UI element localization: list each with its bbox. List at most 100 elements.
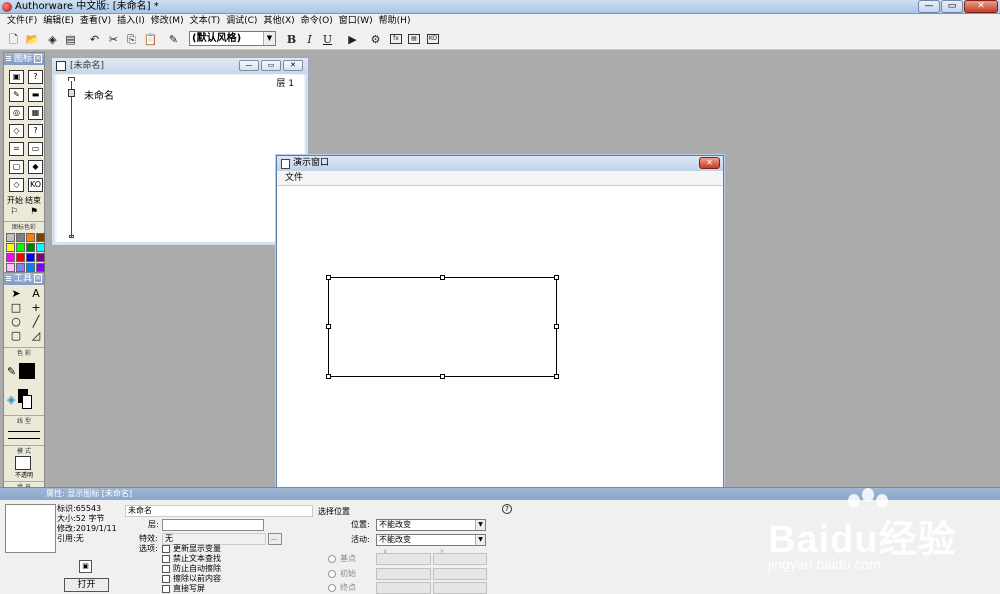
underline-button[interactable]: U xyxy=(320,32,335,47)
text-tool-icon[interactable]: A xyxy=(27,288,45,300)
color-swatch[interactable] xyxy=(26,253,35,262)
display-icon[interactable]: ▣ xyxy=(9,70,24,84)
radio-icon[interactable] xyxy=(328,584,336,592)
menu-help[interactable]: 帮助(H) xyxy=(376,14,414,29)
minimize-icon[interactable]: — xyxy=(239,60,259,71)
pointer-tool-icon[interactable]: ➤ xyxy=(7,288,25,300)
text-style-select[interactable]: (默认风格) ▼ xyxy=(189,31,276,46)
chevron-down-icon[interactable]: ▼ xyxy=(475,535,485,545)
radio-icon[interactable] xyxy=(328,555,336,563)
motion-icon[interactable]: ? xyxy=(28,70,43,84)
resize-handle-e[interactable] xyxy=(554,324,559,329)
resize-handle-w[interactable] xyxy=(326,324,331,329)
layer-field[interactable] xyxy=(162,519,264,531)
color-swatch[interactable] xyxy=(6,253,15,262)
tools-close-icon[interactable]: × xyxy=(34,274,42,283)
interaction-icon[interactable]: ? xyxy=(28,124,43,138)
map-icon[interactable]: ▭ xyxy=(28,142,43,156)
presentation-menu-file[interactable]: 文件 xyxy=(285,173,303,183)
rectangle-tool-icon[interactable]: □ xyxy=(7,302,25,314)
sound-icon[interactable]: ◆ xyxy=(28,160,43,174)
menu-window[interactable]: 窗口(W) xyxy=(336,14,376,29)
checkbox-icon[interactable] xyxy=(162,545,170,553)
background-color-swatch[interactable] xyxy=(21,395,32,409)
display-node-label[interactable]: 未命名 xyxy=(84,87,114,102)
menu-file[interactable]: 文件(F) xyxy=(4,14,40,29)
menu-text[interactable]: 文本(T) xyxy=(187,14,224,29)
color-swatch[interactable] xyxy=(6,243,15,252)
minimize-icon[interactable]: — xyxy=(918,0,940,13)
framework-icon[interactable]: ▦ xyxy=(28,106,43,120)
resize-handle-n[interactable] xyxy=(440,275,445,280)
color-swatch[interactable] xyxy=(16,233,25,242)
resize-handle-se[interactable] xyxy=(554,374,559,379)
open-file-icon[interactable]: 📂 xyxy=(25,32,40,47)
maximize-icon[interactable]: ▭ xyxy=(941,0,963,13)
radio-icon[interactable] xyxy=(328,570,336,578)
bold-button[interactable]: B xyxy=(284,32,299,47)
position-select[interactable]: 不能改变 ▼ xyxy=(376,519,486,531)
run-icon[interactable]: ▶ xyxy=(345,32,360,47)
menu-view[interactable]: 查看(V) xyxy=(77,14,114,29)
checkbox-icon[interactable] xyxy=(162,565,170,573)
mode-selector[interactable] xyxy=(15,456,31,470)
icon-name-field[interactable]: 未命名 xyxy=(125,505,313,517)
chevron-down-icon[interactable]: ▼ xyxy=(475,520,485,530)
variable-window-icon[interactable]: ▤ xyxy=(408,34,420,44)
calculation-icon[interactable]: = xyxy=(9,142,24,156)
open-button[interactable]: 打开 xyxy=(64,578,109,592)
line-tool-icon[interactable]: ╱ xyxy=(27,316,45,328)
checkbox-icon[interactable] xyxy=(162,585,170,593)
flowline-canvas[interactable]: 未命名 层 1 xyxy=(57,75,304,242)
knowledge-object-palette-icon[interactable]: KO xyxy=(28,178,43,192)
find-icon[interactable]: ✎ xyxy=(166,32,181,47)
checkbox-icon[interactable] xyxy=(162,575,170,583)
selected-rectangle[interactable] xyxy=(326,275,559,379)
erase-icon[interactable]: ✎ xyxy=(9,88,24,102)
option-update-vars[interactable]: 更新显示变量 xyxy=(162,544,221,554)
digital-movie-icon[interactable]: ▢ xyxy=(9,160,24,174)
close-icon[interactable]: ✕ xyxy=(964,0,998,13)
start-flag-icon[interactable]: ⚐ xyxy=(10,207,18,219)
menu-other[interactable]: 其他(X) xyxy=(260,14,297,29)
copy-icon[interactable]: ⎘ xyxy=(124,32,139,47)
radio-end[interactable]: 终点 xyxy=(328,583,356,593)
control-panel-icon[interactable]: ⚙ xyxy=(368,32,383,47)
color-swatch[interactable] xyxy=(16,253,25,262)
option-direct-to-screen[interactable]: 直接写屏 xyxy=(162,584,205,594)
function-window-icon[interactable]: fx xyxy=(390,34,402,44)
color-swatch[interactable] xyxy=(36,263,45,272)
resize-handle-nw[interactable] xyxy=(326,275,331,280)
italic-button[interactable]: I xyxy=(302,32,317,47)
save-all-icon[interactable]: ◈ xyxy=(45,32,60,47)
menu-edit[interactable]: 编辑(E) xyxy=(40,14,77,29)
checkbox-icon[interactable] xyxy=(162,555,170,563)
resize-handle-sw[interactable] xyxy=(326,374,331,379)
resize-handle-s[interactable] xyxy=(440,374,445,379)
help-icon[interactable]: ? xyxy=(502,504,512,514)
polygon-tool-icon[interactable]: ◿ xyxy=(27,330,45,342)
navigate-icon[interactable]: ◎ xyxy=(9,106,24,120)
chevron-down-icon[interactable]: ▼ xyxy=(263,32,275,45)
color-swatch[interactable] xyxy=(36,233,45,242)
knowledge-object-icon[interactable]: KO xyxy=(427,34,439,44)
undo-icon[interactable]: ↶ xyxy=(87,32,102,47)
menu-modify[interactable]: 修改(M) xyxy=(148,14,187,29)
import-icon[interactable]: ▤ xyxy=(63,32,78,47)
close-icon[interactable]: ✕ xyxy=(283,60,303,71)
decision-icon[interactable]: ◇ xyxy=(9,124,24,138)
menu-command[interactable]: 命令(O) xyxy=(298,14,336,29)
line-style-thin[interactable] xyxy=(8,431,40,432)
crosshair-tool-icon[interactable]: + xyxy=(27,302,45,314)
menu-insert[interactable]: 插入(I) xyxy=(114,14,148,29)
ellipse-tool-icon[interactable]: ○ xyxy=(7,316,25,328)
option-erase-previous[interactable]: 擦除以前内容 xyxy=(162,574,221,584)
color-swatch[interactable] xyxy=(6,263,15,272)
video-icon[interactable]: ◇ xyxy=(9,178,24,192)
paste-icon[interactable]: 📋 xyxy=(143,32,158,47)
option-no-text-search[interactable]: 禁止文本查找 xyxy=(162,554,221,564)
restore-icon[interactable]: ▭ xyxy=(261,60,281,71)
line-style-medium[interactable] xyxy=(8,438,40,439)
rounded-rect-tool-icon[interactable]: ▢ xyxy=(7,330,25,342)
color-swatch[interactable] xyxy=(26,243,35,252)
